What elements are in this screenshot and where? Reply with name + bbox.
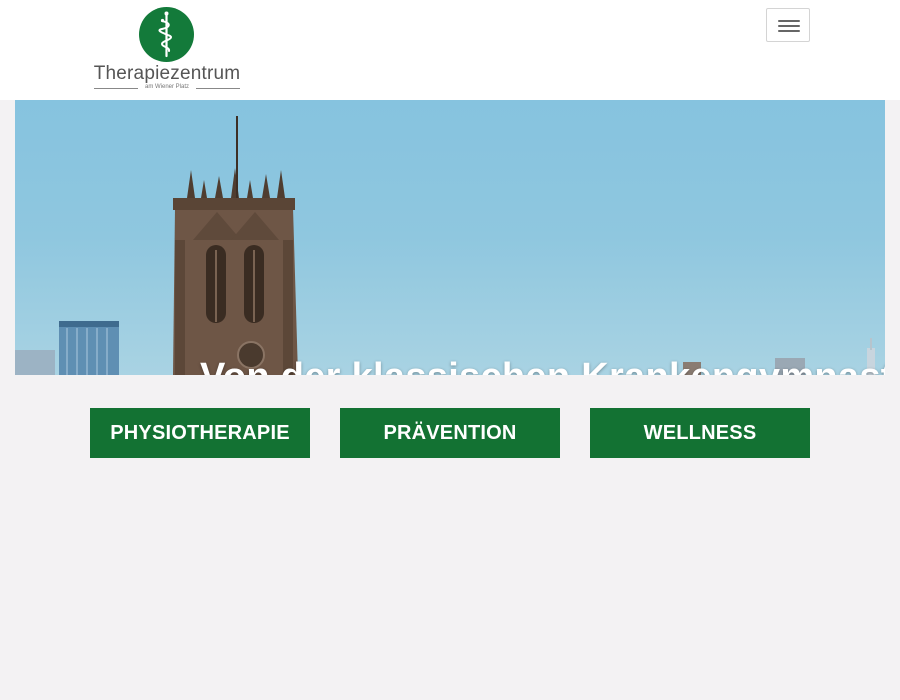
site-header: Therapiezentrum am Wiener Platz [0, 0, 900, 100]
logo-divider-right [196, 88, 240, 89]
brand-subtitle: am Wiener Platz [144, 84, 189, 90]
prevention-button[interactable]: PRÄVENTION [340, 408, 560, 458]
hero-image [15, 116, 875, 375]
hamburger-menu-button[interactable] [766, 8, 810, 42]
brand-name: Therapiezentrum [93, 63, 241, 84]
site-logo[interactable]: Therapiezentrum am Wiener Platz [92, 6, 242, 94]
wellness-button[interactable]: WELLNESS [590, 408, 810, 458]
rod-of-asclepius-icon [139, 7, 194, 62]
physiotherapy-button[interactable]: PHYSIOTHERAPIE [90, 408, 310, 458]
hero-caption: Von der klassischen Krankengymnastik [200, 356, 885, 375]
logo-divider-left [94, 88, 138, 89]
hamburger-menu-icon [778, 20, 800, 22]
category-nav: PHYSIOTHERAPIE PRÄVENTION WELLNESS [0, 375, 900, 700]
hamburger-menu-icon [778, 30, 800, 32]
hamburger-menu-icon [778, 25, 800, 27]
hero-slider: Von der klassischen Krankengymnastik [15, 100, 885, 375]
